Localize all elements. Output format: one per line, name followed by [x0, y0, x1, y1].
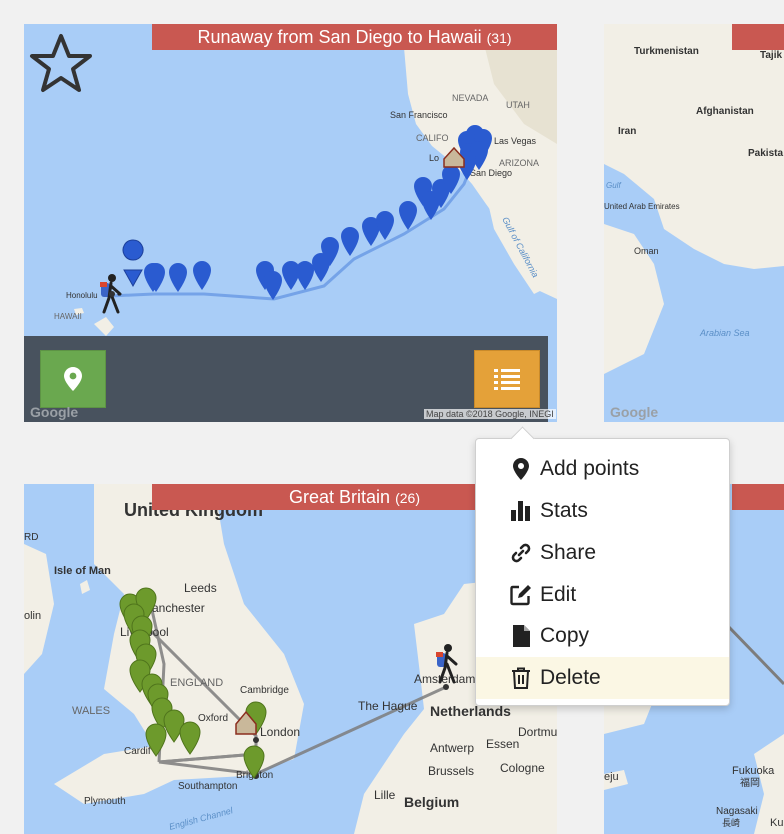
menu-item-delete[interactable]: Delete: [476, 657, 729, 699]
google-logo: Google: [30, 404, 79, 420]
trip-title: Runaway from San Diego to Hawaii: [197, 27, 482, 47]
trip-title-bar[interactable]: Runaway from San Diego to Hawaii (31): [152, 24, 557, 50]
label-utah: UTAH: [506, 100, 530, 110]
label-essen: Essen: [486, 737, 519, 751]
label-southampton: Southampton: [178, 781, 238, 792]
file-icon: [510, 625, 532, 647]
label-uae: United Arab Emirates: [604, 202, 680, 211]
label-manchester: anchester: [152, 601, 205, 615]
label-nevada: NEVADA: [452, 93, 488, 103]
label-oxford: Oxford: [198, 713, 228, 724]
label-leeds: Leeds: [184, 581, 217, 595]
trash-icon: [510, 667, 532, 689]
label-nagasaki-jp: 長崎: [722, 817, 740, 828]
bar-chart-icon: [510, 501, 532, 521]
label-ku: Ku: [770, 817, 783, 829]
label-afghanistan: Afghanistan: [696, 106, 754, 117]
map-attribution[interactable]: Map data ©2018 Google, INEGI: [424, 409, 556, 419]
trip-card-san-diego-hawaii[interactable]: NEVADA UTAH San Francisco CALIFO Las Veg…: [24, 24, 557, 422]
map-middle-east[interactable]: Turkmenistan Tajik Afghanistan Iran Paki…: [604, 24, 784, 422]
show-map-button[interactable]: [40, 350, 106, 408]
label-antwerp: Antwerp: [430, 741, 474, 755]
menu-item-label: Edit: [540, 583, 577, 606]
label-the-hague: The Hague: [358, 699, 418, 713]
trip-actions-menu: Add points Stats Share Edit Copy Delete: [475, 426, 730, 706]
label-cardiff: Cardif: [124, 746, 151, 757]
label-honolulu: Honolulu: [66, 291, 98, 300]
label-cologne: Cologne: [500, 761, 545, 775]
label-san-diego: San Diego: [470, 168, 512, 178]
label-plymouth: Plymouth: [84, 796, 126, 807]
trip-title-bar[interactable]: [732, 484, 784, 510]
menu-item-label: Stats: [540, 499, 588, 522]
label-fukuoka-jp: 福岡: [740, 776, 760, 789]
label-amsterdam: Amsterdam: [414, 672, 475, 686]
label-london: London: [260, 725, 300, 739]
trip-point-count: (26): [395, 490, 420, 506]
label-dublin: olin: [24, 610, 41, 622]
label-england: ENGLAND: [170, 677, 223, 689]
link-icon: [510, 543, 532, 563]
label-dortmund: Dortmu: [518, 725, 557, 739]
menu-item-copy[interactable]: Copy: [476, 615, 729, 657]
edit-icon: [510, 584, 532, 606]
google-logo: Google: [610, 404, 659, 420]
menu-item-stats[interactable]: Stats: [476, 490, 729, 532]
label-las-vegas: Las Vegas: [494, 136, 537, 146]
trip-card-middle-east[interactable]: Turkmenistan Tajik Afghanistan Iran Paki…: [604, 24, 784, 422]
label-san-francisco: San Francisco: [390, 110, 448, 120]
label-jeju: eju: [604, 771, 619, 783]
list-icon: [494, 369, 520, 390]
label-lille: Lille: [374, 788, 396, 802]
label-los-angeles: Lo: [429, 153, 439, 163]
menu-button[interactable]: [474, 350, 540, 408]
map-marker-icon: [510, 458, 532, 480]
menu-item-label: Copy: [540, 624, 590, 647]
label-belgium: Belgium: [404, 794, 459, 810]
menu-item-edit[interactable]: Edit: [476, 574, 729, 616]
map-marker-icon: [64, 367, 82, 391]
label-arabian-sea: Arabian Sea: [699, 328, 750, 338]
menu-item-share[interactable]: Share: [476, 532, 729, 574]
trip-title: Great Britain: [289, 487, 391, 507]
menu-item-label: Delete: [540, 666, 601, 689]
label-turkmenistan: Turkmenistan: [634, 46, 699, 57]
label-arizona: ARIZONA: [499, 158, 539, 168]
trip-title-bar[interactable]: [732, 24, 784, 50]
menu-arrow: [510, 426, 535, 451]
favorite-star-icon[interactable]: [28, 32, 94, 98]
label-hawaii: HAWAII: [54, 312, 82, 321]
label-brussels: Brussels: [428, 764, 474, 778]
label-oman: Oman: [634, 246, 659, 256]
menu-item-label: Share: [540, 541, 597, 564]
label-wales: WALES: [72, 705, 110, 717]
label-tajikistan: Tajik: [760, 50, 782, 61]
label-iran: Iran: [618, 126, 636, 137]
label-pakistan: Pakista: [748, 148, 783, 159]
label-nagasaki: Nagasaki: [716, 806, 758, 817]
menu-item-add-points[interactable]: Add points: [476, 448, 729, 490]
label-california: CALIFO: [416, 133, 449, 143]
label-ireland: RD: [24, 532, 38, 543]
label-gulf: Gulf: [606, 181, 621, 190]
label-isle-of-man: Isle of Man: [54, 565, 111, 577]
trip-point-count: (31): [486, 30, 512, 46]
label-cambridge: Cambridge: [240, 685, 289, 696]
label-fukuoka: Fukuoka: [732, 765, 775, 777]
menu-item-label: Add points: [540, 457, 640, 480]
